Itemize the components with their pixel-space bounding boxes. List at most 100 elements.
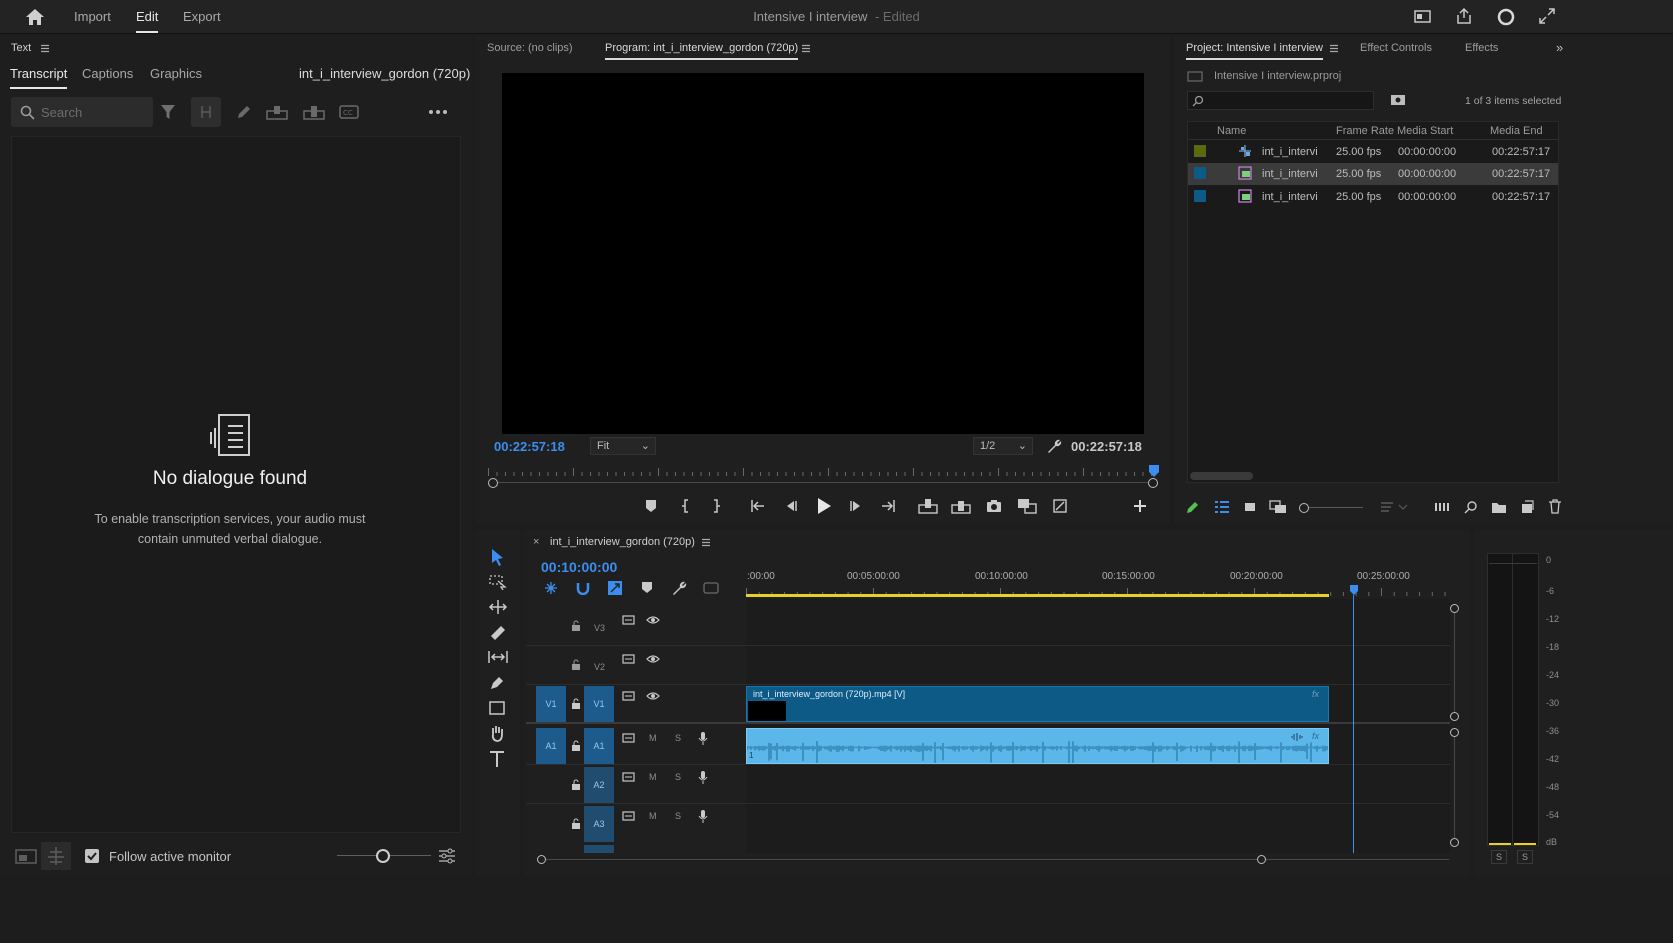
go-to-out-icon[interactable] bbox=[880, 499, 896, 513]
automate-to-sequence-icon[interactable] bbox=[1434, 500, 1450, 514]
list-view-icon[interactable] bbox=[1214, 500, 1230, 514]
mute-button[interactable]: M bbox=[649, 811, 657, 821]
video-tracks-scroll-bottom[interactable] bbox=[1450, 712, 1459, 721]
more-options-icon[interactable] bbox=[428, 108, 448, 116]
monitor-zoom-handle-right[interactable] bbox=[1148, 478, 1158, 488]
nav-import[interactable]: Import bbox=[74, 0, 111, 34]
filter-icon[interactable] bbox=[160, 104, 176, 120]
audio-tracks-scroll-top[interactable] bbox=[1450, 728, 1459, 737]
track-target-v1[interactable]: V1 bbox=[584, 686, 614, 722]
merge-segments-button[interactable] bbox=[191, 97, 221, 127]
monitor-menu-icon[interactable] bbox=[801, 44, 811, 53]
fullscreen-icon[interactable] bbox=[1538, 7, 1556, 25]
tab-effect-controls[interactable]: Effect Controls bbox=[1360, 42, 1432, 54]
video-clip[interactable]: int_i_interview_gordon (720p).mp4 [V] fx bbox=[746, 686, 1329, 722]
wrench-icon[interactable] bbox=[1046, 438, 1062, 454]
nav-edit[interactable]: Edit bbox=[136, 0, 159, 33]
thumbnail-zoom-handle[interactable] bbox=[1299, 503, 1309, 513]
export-transcript-icon[interactable] bbox=[15, 847, 37, 865]
panel-layout-icon[interactable] bbox=[1414, 9, 1432, 25]
nest-icon[interactable] bbox=[544, 581, 558, 595]
share-icon[interactable] bbox=[1455, 7, 1473, 25]
snap-icon[interactable] bbox=[576, 581, 590, 595]
new-bin-icon[interactable] bbox=[1491, 500, 1507, 514]
monitor-zoom-handle-left[interactable] bbox=[488, 478, 498, 488]
razor-tool-icon[interactable] bbox=[489, 624, 507, 640]
sync-lock-icon[interactable] bbox=[622, 690, 636, 702]
add-marker-icon[interactable] bbox=[644, 499, 658, 513]
project-scrollbar[interactable] bbox=[1190, 472, 1253, 480]
nav-export[interactable]: Export bbox=[183, 0, 221, 34]
linked-selection-icon[interactable] bbox=[607, 580, 623, 596]
eye-icon[interactable] bbox=[646, 690, 660, 702]
insert-icon[interactable] bbox=[918, 498, 938, 514]
timeline-timecode[interactable]: 00:10:00:00 bbox=[541, 559, 617, 575]
monitor-time-ruler[interactable] bbox=[488, 464, 1158, 478]
add-button-icon[interactable] bbox=[1133, 499, 1147, 513]
progress-icon[interactable] bbox=[1496, 7, 1516, 27]
mark-out-icon[interactable] bbox=[710, 499, 722, 513]
add-marker-icon[interactable] bbox=[641, 581, 653, 595]
sync-lock-icon[interactable] bbox=[622, 732, 636, 744]
sequence-menu-icon[interactable] bbox=[701, 538, 711, 547]
sync-lock-icon[interactable] bbox=[622, 771, 636, 783]
wrench-icon[interactable] bbox=[671, 580, 687, 596]
thumbnail-zoom-track[interactable] bbox=[1309, 507, 1363, 508]
solo-left-button[interactable]: S bbox=[1491, 850, 1507, 864]
solo-button[interactable]: S bbox=[675, 772, 681, 782]
new-search-bin-icon[interactable] bbox=[1390, 94, 1406, 106]
insert-icon[interactable] bbox=[266, 104, 288, 120]
project-menu-icon[interactable] bbox=[1329, 44, 1339, 53]
more-panels-icon[interactable]: » bbox=[1556, 40, 1563, 55]
column-frame-rate[interactable]: Frame Rate bbox=[1336, 125, 1394, 137]
track-select-tool-icon[interactable] bbox=[489, 574, 507, 590]
video-tracks-scrollbar[interactable] bbox=[1454, 613, 1455, 712]
freeform-view-icon[interactable] bbox=[1269, 500, 1287, 514]
solo-button[interactable]: S bbox=[675, 733, 681, 743]
tab-sequence[interactable]: int_i_interview_gordon (720p) bbox=[550, 536, 695, 548]
proxy-toggle-icon[interactable] bbox=[1052, 498, 1068, 514]
mute-button[interactable]: M bbox=[649, 733, 657, 743]
source-patch-v1[interactable]: V1 bbox=[536, 686, 566, 722]
sync-lock-icon[interactable] bbox=[622, 653, 636, 665]
project-row[interactable]: int_i_intervi 25.00 fps 00:00:00:00 00:2… bbox=[1188, 163, 1558, 185]
transcript-search[interactable] bbox=[11, 97, 153, 127]
mute-button[interactable]: M bbox=[649, 772, 657, 782]
track-target-a2[interactable]: A2 bbox=[584, 767, 614, 803]
hand-tool-icon[interactable] bbox=[489, 724, 505, 742]
project-row[interactable]: int_i_intervi 25.00 fps 00:00:00:00 00:2… bbox=[1188, 141, 1558, 163]
project-search-input[interactable] bbox=[1187, 91, 1374, 110]
timeline-playhead-handle[interactable] bbox=[1349, 584, 1359, 596]
track-target-a4[interactable] bbox=[584, 845, 614, 853]
type-tool-icon[interactable] bbox=[489, 750, 505, 768]
trash-icon[interactable] bbox=[1548, 499, 1562, 514]
video-tracks-scroll-top[interactable] bbox=[1450, 604, 1459, 613]
sync-lock-icon[interactable] bbox=[622, 614, 636, 626]
fit-select[interactable]: Fit ⌄ bbox=[590, 437, 656, 455]
lock-icon[interactable] bbox=[571, 698, 581, 709]
go-to-in-icon[interactable] bbox=[750, 499, 766, 513]
camera-icon[interactable] bbox=[986, 499, 1002, 513]
tab-effects[interactable]: Effects bbox=[1465, 42, 1498, 54]
column-name[interactable]: Name bbox=[1217, 125, 1246, 137]
audio-tracks-scrollbar[interactable] bbox=[1454, 737, 1455, 838]
overwrite-icon[interactable] bbox=[951, 498, 971, 514]
solo-right-button[interactable]: S bbox=[1517, 850, 1533, 864]
fx-badge[interactable]: fx bbox=[1312, 731, 1319, 741]
rectangle-tool-icon[interactable] bbox=[489, 700, 505, 716]
timeline-zoom-handle-left[interactable] bbox=[537, 855, 546, 864]
pen-tool-icon[interactable] bbox=[489, 675, 505, 691]
tab-source-monitor[interactable]: Source: (no clips) bbox=[487, 42, 573, 54]
solo-button[interactable]: S bbox=[675, 811, 681, 821]
search-input[interactable] bbox=[41, 97, 149, 127]
tab-project[interactable]: Project: Intensive I interview bbox=[1186, 42, 1323, 60]
fx-badge[interactable]: fx bbox=[1312, 689, 1319, 699]
slip-tool-icon[interactable] bbox=[487, 650, 509, 664]
pencil-icon[interactable] bbox=[1186, 500, 1200, 514]
microphone-icon[interactable] bbox=[698, 809, 708, 823]
mark-in-icon[interactable] bbox=[680, 499, 692, 513]
pencil-icon[interactable] bbox=[236, 104, 252, 120]
track-target-a1[interactable]: A1 bbox=[584, 728, 614, 764]
timeline-zoom-handle-right[interactable] bbox=[1257, 855, 1266, 864]
audio-tracks-scroll-bottom[interactable] bbox=[1450, 838, 1459, 847]
